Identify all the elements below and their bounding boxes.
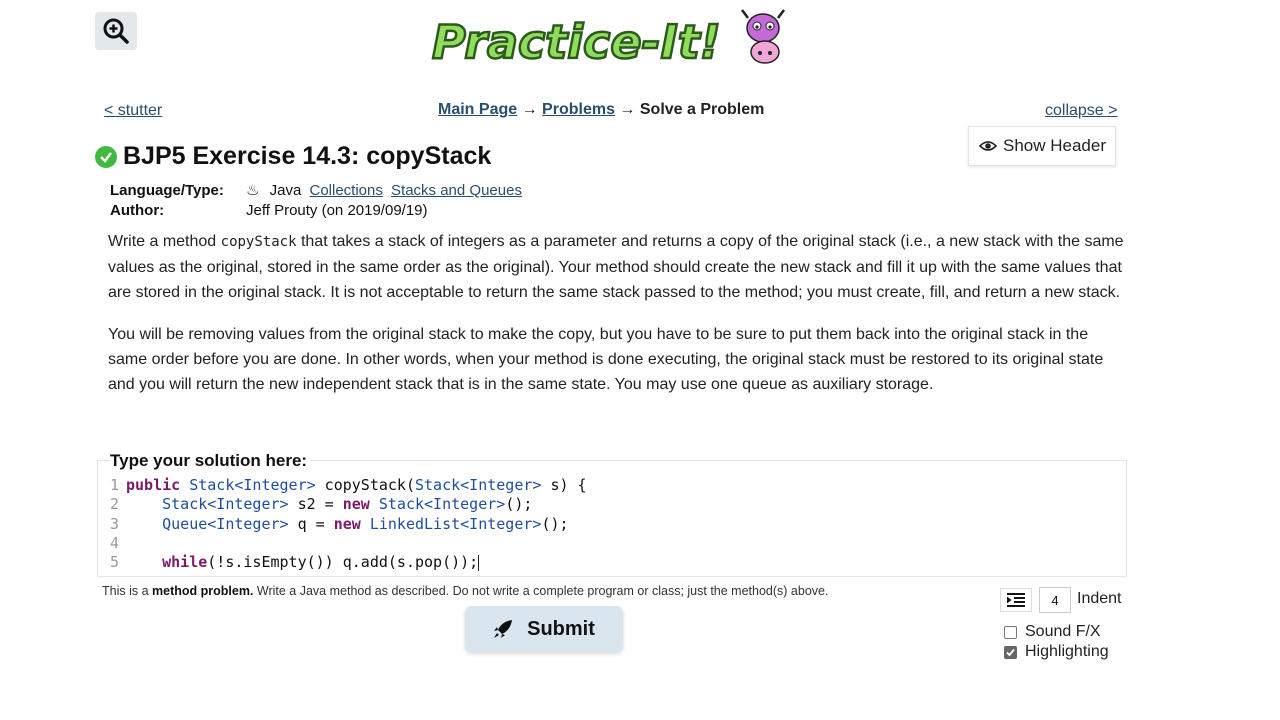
description-paragraph: You will be removing values from the ori… [108, 326, 1104, 393]
breadcrumb-arrow: → [619, 101, 636, 118]
text-cursor [478, 554, 480, 571]
cow-mascot-icon [741, 9, 785, 64]
highlighting-label: Highlighting [1025, 643, 1109, 660]
problem-title-row: BJP5 Exercise 14.3: copyStack [95, 142, 491, 171]
editor-label: Type your solution here: [110, 451, 312, 471]
breadcrumb-main-page[interactable]: Main Page [438, 101, 517, 118]
code-line[interactable]: 4 [100, 534, 1120, 553]
indent-icon [1007, 593, 1025, 607]
tag-collections[interactable]: Collections [309, 182, 382, 199]
language-value: Java [269, 182, 302, 199]
sound-fx-checkbox[interactable] [1004, 625, 1017, 639]
eye-icon [979, 140, 997, 152]
language-label: Language/Type: [110, 182, 224, 199]
author-label: Author: [110, 202, 165, 219]
author-value: Jeff Prouty (on 2019/09/19) [246, 202, 428, 219]
problem-meta: Language/Type: ♨ Java Collections Stacks… [110, 181, 522, 221]
sound-fx-option[interactable]: Sound F/X [1004, 623, 1101, 641]
code-line[interactable]: 5 while(!s.isEmpty()) q.add(s.pop()); [100, 553, 1120, 572]
practice-it-logo[interactable]: Practice-It! [430, 8, 800, 70]
breadcrumb-arrow: → [521, 101, 538, 118]
submit-label: Submit [527, 617, 595, 640]
tag-stacks-and-queues[interactable]: Stacks and Queues [391, 182, 522, 199]
sound-fx-label: Sound F/X [1025, 623, 1101, 640]
rocket-icon [493, 619, 513, 639]
highlighting-checkbox[interactable] [1004, 645, 1017, 659]
indent-size-input[interactable]: 4 [1039, 587, 1071, 613]
indent-button[interactable] [1000, 588, 1032, 612]
show-header-button[interactable]: Show Header [968, 126, 1116, 166]
solved-check-icon [95, 145, 117, 168]
method-name-code: copyStack [220, 234, 297, 250]
indent-label: Indent [1077, 590, 1122, 607]
svg-text:Practice-It!: Practice-It! [432, 15, 721, 69]
problem-title: BJP5 Exercise 14.3: copyStack [123, 142, 492, 170]
code-line[interactable]: 2 Stack<Integer> s2 = new Stack<Integer>… [100, 495, 1120, 514]
problem-description: Write a method copyStack that takes a st… [108, 229, 1128, 414]
breadcrumb-current: Solve a Problem [639, 101, 765, 118]
prev-problem-link[interactable]: < stutter [104, 102, 162, 120]
method-problem-hint: This is a method problem. Write a Java m… [102, 584, 829, 598]
description-paragraph: Write a method copyStack that takes a st… [108, 233, 1124, 301]
breadcrumb: Main Page → Problems → Solve a Problem [438, 101, 764, 119]
breadcrumb-problems[interactable]: Problems [542, 101, 615, 118]
code-line[interactable]: 1 public Stack<Integer> copyStack(Stack<I… [100, 476, 1120, 495]
java-cup-icon: ♨ [246, 182, 260, 199]
submit-button[interactable]: Submit [465, 606, 623, 652]
collapse-link[interactable]: collapse > [1045, 102, 1118, 120]
code-editor-content[interactable]: 1 public Stack<Integer> copyStack(Stack<I… [100, 476, 1120, 572]
code-line[interactable]: 3 Queue<Integer> q = new LinkedList<Inte… [100, 515, 1120, 534]
show-header-label: Show Header [1003, 136, 1107, 155]
zoom-in-icon [103, 18, 129, 44]
highlighting-option[interactable]: Highlighting [1004, 643, 1109, 661]
zoom-button[interactable] [95, 12, 137, 50]
